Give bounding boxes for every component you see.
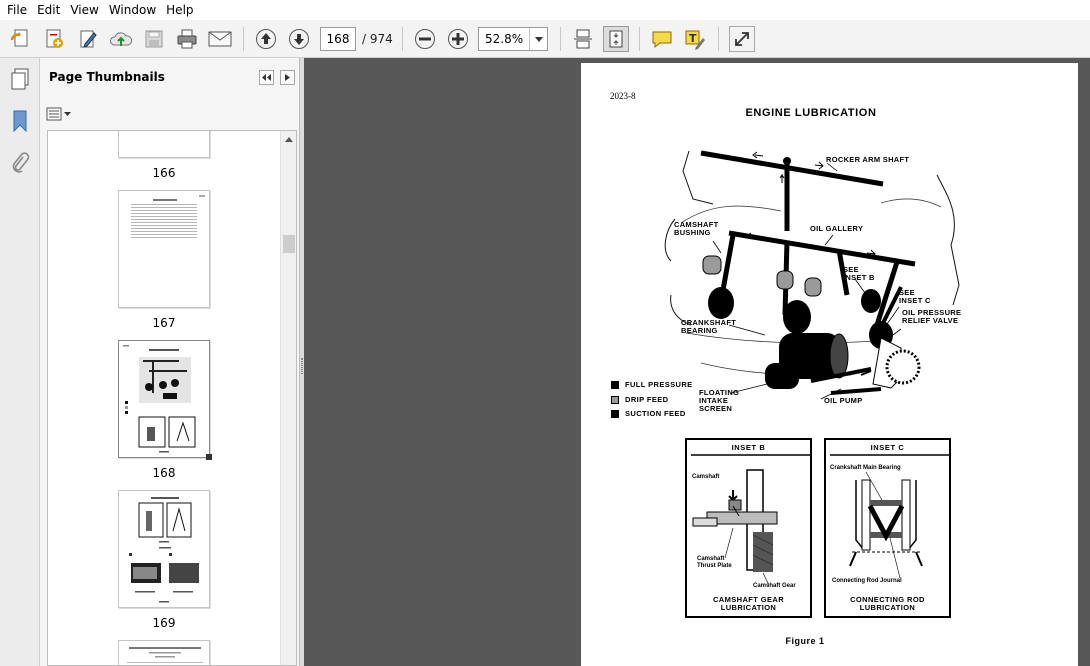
scroll-up-icon[interactable] bbox=[281, 131, 296, 147]
thumbnail-label: 169 bbox=[152, 616, 176, 630]
label-oil-pump: OIL PUMP bbox=[824, 396, 863, 405]
engine-lubrication-diagram bbox=[664, 150, 960, 400]
panel-title: Page Thumbnails bbox=[49, 70, 165, 84]
thumbnail-label: 168 bbox=[152, 466, 176, 480]
next-page-icon[interactable] bbox=[286, 26, 312, 52]
inset-b: INSET B Camshaft Camshaft Thrust Plate C… bbox=[685, 438, 812, 618]
print-icon[interactable] bbox=[174, 26, 200, 52]
bookmarks-icon[interactable] bbox=[7, 108, 33, 134]
inset-c: INSET C Crankshaft Main Bearing Connecti… bbox=[824, 438, 951, 618]
label-see-inset-b: SEE INSET B bbox=[843, 265, 875, 282]
thumbnail-page[interactable] bbox=[118, 131, 210, 158]
chevron-down-icon[interactable] bbox=[529, 28, 547, 50]
email-icon[interactable] bbox=[207, 26, 233, 52]
label-floating-intake-screen: FLOATING INTAKE SCREEN bbox=[699, 388, 740, 413]
thumbnail-page[interactable] bbox=[118, 490, 210, 608]
label-relief-valve: OIL PRESSURE RELIEF VALVE bbox=[902, 308, 962, 325]
comment-icon[interactable] bbox=[649, 26, 675, 52]
current-page-marker bbox=[206, 454, 212, 460]
chevron-down-icon bbox=[64, 112, 71, 116]
label-crankshaft-main-bearing: Crankshaft Main Bearing bbox=[830, 465, 901, 471]
zoom-in-icon[interactable] bbox=[445, 26, 471, 52]
navigation-strip bbox=[0, 58, 40, 666]
page-number-input[interactable]: 168 bbox=[320, 27, 356, 51]
collapse-panel-icon[interactable] bbox=[259, 70, 274, 85]
open-icon[interactable] bbox=[41, 26, 67, 52]
options-icon bbox=[46, 107, 62, 121]
document-view[interactable]: 2023-8 ENGINE LUBRICATION ROCKER ARM SHA… bbox=[304, 58, 1090, 666]
zoom-select[interactable]: 52.8% bbox=[478, 27, 548, 51]
menu-help[interactable]: Help bbox=[161, 0, 198, 20]
label-see-inset-c: SEE INSET C bbox=[899, 288, 931, 305]
menu-view[interactable]: View bbox=[65, 0, 103, 20]
thumbnail-page-current[interactable] bbox=[118, 340, 210, 458]
create-icon[interactable] bbox=[8, 26, 34, 52]
label-camshaft-bushing: CAMSHAFT BUSHING bbox=[674, 220, 719, 237]
fit-page-icon[interactable] bbox=[603, 26, 629, 52]
save-icon[interactable] bbox=[141, 26, 167, 52]
thumbnails-panel: Page Thumbnails 166 167 168 169 bbox=[40, 58, 300, 666]
panel-header: Page Thumbnails bbox=[40, 58, 300, 100]
menu-edit[interactable]: Edit bbox=[32, 0, 65, 20]
thumbnail-options-button[interactable] bbox=[46, 104, 71, 124]
label-crankshaft-bearing: CRANKSHAFT BEARING bbox=[681, 318, 737, 335]
label-camshaft-thrust-plate: Camshaft Thrust Plate bbox=[697, 556, 732, 569]
thumbnail-scrollbar[interactable] bbox=[280, 131, 296, 665]
thumbnail-label: 167 bbox=[152, 316, 176, 330]
thumbnail-list[interactable]: 166 167 168 169 bbox=[47, 130, 297, 666]
page-total: / 974 bbox=[362, 32, 393, 46]
page-thumbnails-icon[interactable] bbox=[7, 66, 33, 92]
label-camshaft-gear: Camshaft Gear bbox=[753, 583, 796, 589]
thumbnail-page[interactable] bbox=[118, 640, 210, 665]
attachments-icon[interactable] bbox=[7, 150, 33, 176]
menu-file[interactable]: File bbox=[2, 0, 32, 20]
previous-page-icon[interactable] bbox=[253, 26, 279, 52]
label-camshaft: Camshaft bbox=[692, 474, 720, 480]
svg-text:T: T bbox=[689, 32, 697, 45]
zoom-out-icon[interactable] bbox=[412, 26, 438, 52]
highlight-text-icon[interactable]: T bbox=[682, 26, 708, 52]
label-oil-gallery: OIL GALLERY bbox=[810, 224, 864, 233]
toolbar: 168 / 974 52.8% T bbox=[0, 20, 1090, 58]
thumbnail-label: 166 bbox=[152, 166, 176, 180]
inset-c-caption: CONNECTING ROD LUBRICATION bbox=[850, 595, 925, 612]
edit-pdf-icon[interactable] bbox=[75, 26, 101, 52]
legend-drip-feed: DRIP FEED bbox=[611, 395, 668, 404]
expand-panel-icon[interactable] bbox=[280, 70, 295, 85]
figure-caption: Figure 1 bbox=[785, 636, 825, 646]
legend-full-pressure: FULL PRESSURE bbox=[611, 380, 693, 389]
menu-bar: File Edit View Window Help bbox=[0, 0, 1090, 20]
document-page: 2023-8 ENGINE LUBRICATION ROCKER ARM SHA… bbox=[581, 63, 1078, 666]
expand-icon[interactable] bbox=[729, 26, 755, 52]
label-rocker-arm-shaft: ROCKER ARM SHAFT bbox=[826, 155, 910, 164]
inset-b-caption: CAMSHAFT GEAR LUBRICATION bbox=[712, 595, 785, 612]
legend-suction-feed: SUCTION FEED bbox=[611, 409, 686, 418]
zoom-value: 52.8% bbox=[485, 32, 524, 46]
thumbnail-page[interactable] bbox=[118, 190, 210, 308]
cloud-upload-icon[interactable] bbox=[108, 26, 134, 52]
scrollbar-thumb[interactable] bbox=[283, 235, 295, 253]
scrolling-mode-icon[interactable] bbox=[570, 26, 596, 52]
menu-window[interactable]: Window bbox=[104, 0, 161, 20]
label-connecting-rod-journal: Connecting Rod Journal bbox=[832, 578, 902, 584]
